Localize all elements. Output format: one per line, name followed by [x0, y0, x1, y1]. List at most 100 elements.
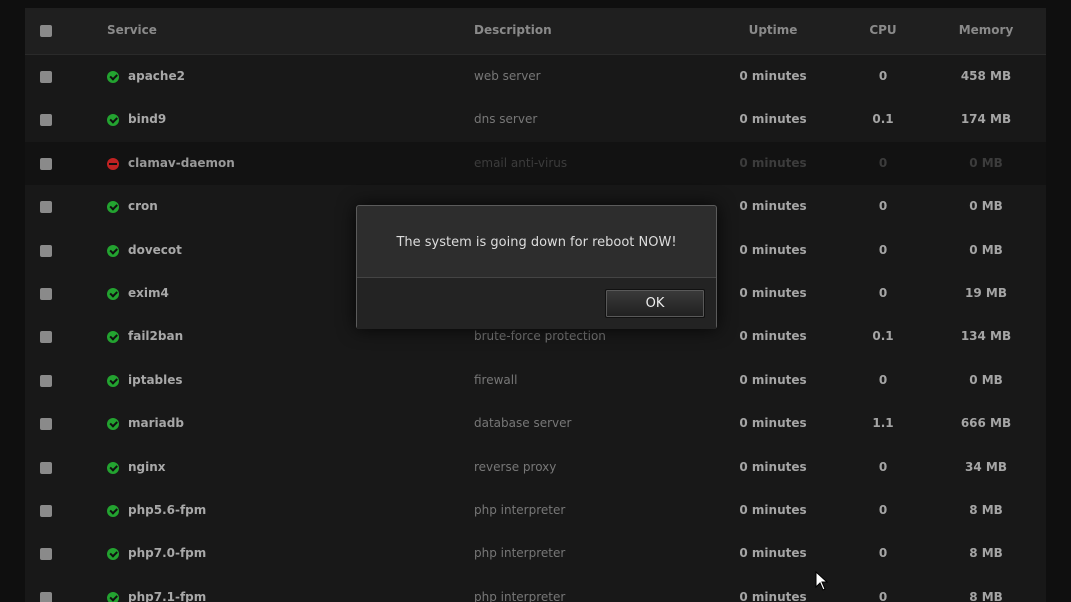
memory-column-header[interactable]: Memory	[945, 23, 1027, 37]
status-running-icon	[107, 374, 119, 387]
service-description: php interpreter	[474, 503, 566, 517]
service-description: firewall	[474, 372, 518, 387]
row-checkbox[interactable]	[40, 288, 52, 300]
status-running-icon	[107, 201, 119, 214]
service-uptime: 0 minutes	[739, 69, 807, 83]
row-checkbox[interactable]	[40, 71, 52, 83]
status-running-icon	[107, 591, 119, 602]
service-uptime: 0 minutes	[739, 416, 807, 431]
service-name[interactable]: php7.0-fpm	[128, 546, 206, 560]
service-name[interactable]: exim4	[128, 286, 169, 300]
service-uptime: 0 minutes	[739, 503, 807, 517]
table-row[interactable]: mariadb database server 0 minutes 1.1 66…	[25, 402, 1046, 445]
service-name[interactable]: iptables	[128, 373, 183, 387]
service-cpu: 0	[878, 459, 888, 474]
row-checkbox[interactable]	[40, 244, 52, 257]
service-memory: 19 MB	[965, 286, 1007, 300]
service-description: dns server	[474, 112, 538, 127]
table-row[interactable]: iptables firewall 0 minutes 0 0 MB	[25, 359, 1046, 402]
service-description: reverse proxy	[474, 459, 557, 474]
service-name[interactable]: fail2ban	[128, 329, 183, 343]
row-checkbox[interactable]	[40, 548, 52, 561]
service-name[interactable]: dovecot	[128, 243, 182, 257]
table-row[interactable]: bind9 dns server 0 minutes 0.1 174 MB	[25, 98, 1046, 141]
service-description: web server	[474, 69, 541, 83]
service-memory: 0 MB	[969, 199, 1003, 214]
service-memory: 34 MB	[965, 459, 1007, 474]
row-checkbox[interactable]	[40, 114, 52, 127]
dialog-footer: OK	[357, 277, 716, 329]
row-checkbox[interactable]	[40, 331, 52, 344]
reboot-alert-dialog: The system is going down for reboot NOW!…	[356, 205, 717, 329]
row-checkbox[interactable]	[40, 461, 52, 474]
service-memory: 0 MB	[969, 242, 1003, 257]
description-column-header[interactable]: Description	[474, 23, 552, 37]
service-cpu: 0.1	[872, 112, 894, 127]
status-running-icon	[107, 461, 119, 474]
service-cpu: 0	[878, 69, 888, 83]
service-uptime: 0 minutes	[739, 199, 807, 214]
service-cpu: 0	[878, 242, 888, 257]
status-running-icon	[107, 505, 119, 517]
reboot-message: The system is going down for reboot NOW!	[396, 235, 677, 250]
service-cpu: 0	[878, 286, 888, 300]
service-memory: 8 MB	[969, 503, 1003, 517]
table-row[interactable]: php5.6-fpm php interpreter 0 minutes 0 8…	[25, 489, 1046, 532]
uptime-column-header[interactable]: Uptime	[725, 23, 821, 37]
table-header: Service Description Uptime CPU Memory	[25, 8, 1046, 55]
row-checkbox[interactable]	[40, 591, 52, 602]
ok-button[interactable]: OK	[605, 289, 705, 318]
service-memory: 0 MB	[969, 372, 1003, 387]
service-name[interactable]: php5.6-fpm	[128, 503, 206, 517]
row-checkbox[interactable]	[40, 201, 52, 214]
service-uptime: 0 minutes	[739, 459, 807, 474]
service-description: php interpreter	[474, 546, 566, 561]
service-memory: 666 MB	[960, 416, 1012, 431]
status-running-icon	[107, 418, 119, 431]
cpu-column-header[interactable]: CPU	[843, 23, 923, 37]
service-memory: 134 MB	[960, 329, 1012, 344]
service-memory: 174 MB	[960, 112, 1012, 127]
service-memory: 8 MB	[969, 589, 1003, 602]
status-running-icon	[107, 71, 119, 83]
service-name[interactable]: apache2	[128, 69, 185, 83]
service-uptime: 0 minutes	[739, 155, 807, 170]
service-description: brute-force protection	[474, 329, 606, 344]
status-stopped-icon	[107, 157, 119, 170]
service-cpu: 1.1	[872, 416, 894, 431]
service-name[interactable]: nginx	[128, 460, 166, 474]
service-manager-screen: Service Description Uptime CPU Memory ap…	[0, 0, 1071, 602]
row-checkbox[interactable]	[40, 374, 52, 387]
service-uptime: 0 minutes	[739, 286, 807, 300]
service-name[interactable]: bind9	[128, 112, 166, 126]
service-uptime: 0 minutes	[739, 329, 807, 344]
row-checkbox[interactable]	[40, 418, 52, 431]
service-name[interactable]: clamav-daemon	[128, 156, 235, 170]
service-cpu: 0	[878, 503, 888, 517]
table-row[interactable]: clamav-daemon email anti-virus 0 minutes…	[25, 141, 1046, 186]
table-row[interactable]: apache2 web server 0 minutes 0 458 MB	[25, 55, 1046, 98]
service-cpu: 0	[878, 372, 888, 387]
service-cpu: 0	[878, 199, 888, 214]
service-name[interactable]: mariadb	[128, 416, 184, 430]
service-uptime: 0 minutes	[739, 546, 807, 561]
select-all-checkbox[interactable]	[40, 25, 52, 37]
status-running-icon	[107, 331, 119, 344]
table-row[interactable]: php7.0-fpm php interpreter 0 minutes 0 8…	[25, 532, 1046, 575]
row-checkbox[interactable]	[40, 157, 52, 170]
status-running-icon	[107, 548, 119, 561]
service-memory: 8 MB	[969, 546, 1003, 561]
service-description: php interpreter	[474, 589, 566, 602]
service-column-header[interactable]: Service	[107, 23, 157, 37]
service-uptime: 0 minutes	[739, 372, 807, 387]
table-row[interactable]: php7.1-fpm php interpreter 0 minutes 0 8…	[25, 576, 1046, 602]
service-name[interactable]: php7.1-fpm	[128, 590, 206, 602]
service-description: email anti-virus	[474, 155, 568, 170]
service-name[interactable]: cron	[128, 199, 158, 213]
service-cpu: 0	[878, 546, 888, 561]
row-checkbox[interactable]	[40, 505, 52, 517]
service-memory: 458 MB	[960, 69, 1012, 83]
table-row[interactable]: nginx reverse proxy 0 minutes 0 34 MB	[25, 446, 1046, 489]
service-uptime: 0 minutes	[739, 589, 807, 602]
mouse-cursor-icon	[815, 571, 829, 591]
